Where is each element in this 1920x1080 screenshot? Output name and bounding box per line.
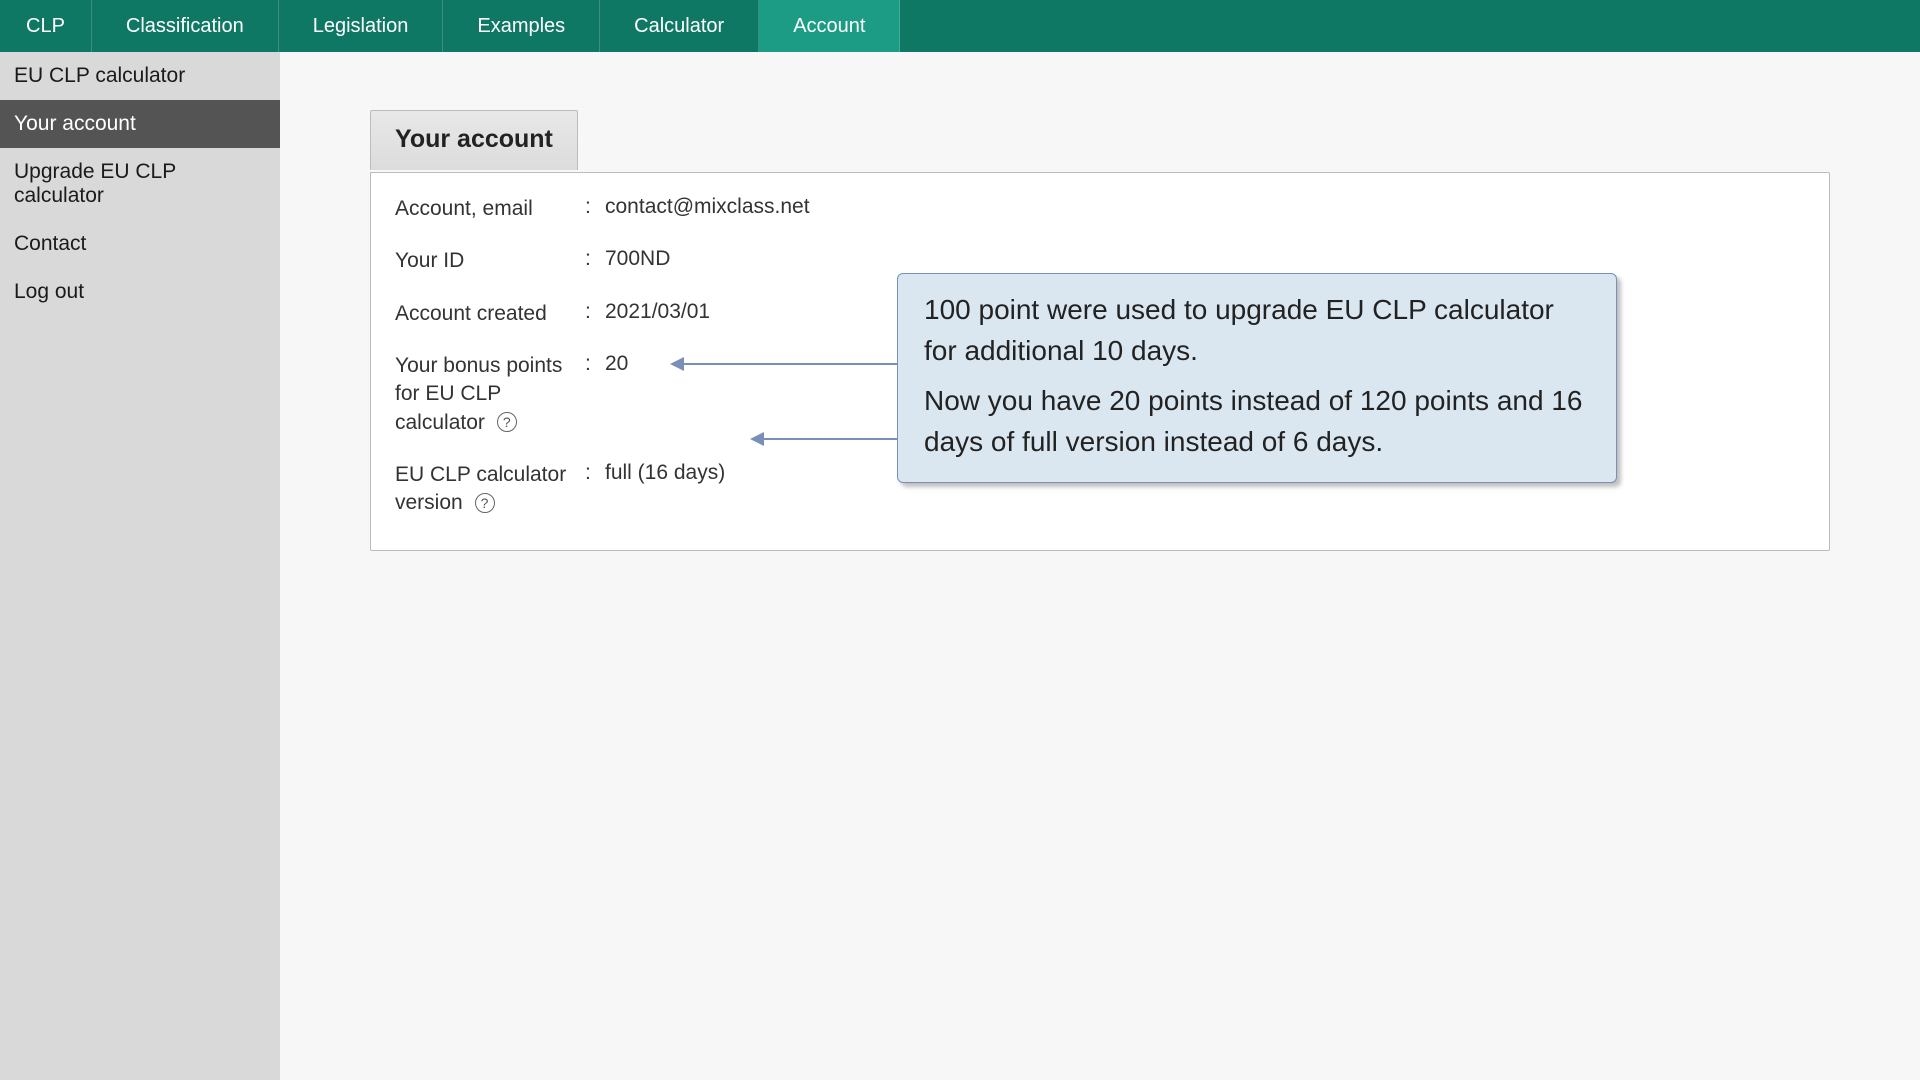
callout-paragraph-2: Now you have 20 points instead of 120 po… <box>924 381 1594 462</box>
value-account-email: contact@mixclass.net <box>605 195 810 219</box>
value-bonus-points: 20 <box>605 352 628 376</box>
help-icon[interactable]: ? <box>475 493 495 513</box>
arrow-to-bonus-points <box>672 363 898 365</box>
nav-tab-account[interactable]: Account <box>759 0 900 52</box>
panel-title: Your account <box>370 110 578 170</box>
row-account-email: Account, email : contact@mixclass.net <box>395 195 1805 223</box>
sidebar-item-contact[interactable]: Contact <box>0 220 280 268</box>
sidebar: EU CLP calculator Your account Upgrade E… <box>0 52 280 1080</box>
sidebar-item-your-account[interactable]: Your account <box>0 100 280 148</box>
nav-tab-legislation[interactable]: Legislation <box>279 0 444 52</box>
colon: : <box>585 352 605 376</box>
nav-tab-calculator[interactable]: Calculator <box>600 0 759 52</box>
row-your-id: Your ID : 700ND <box>395 247 1805 275</box>
arrow-to-version <box>752 438 898 440</box>
label-bonus-points-text: Your bonus points for EU CLP calculator <box>395 354 562 434</box>
colon: : <box>585 247 605 271</box>
help-icon[interactable]: ? <box>497 412 517 432</box>
nav-tab-examples[interactable]: Examples <box>443 0 600 52</box>
nav-tab-classification[interactable]: Classification <box>92 0 279 52</box>
nav-tab-clp[interactable]: CLP <box>0 0 92 52</box>
colon: : <box>585 300 605 324</box>
value-your-id: 700ND <box>605 247 670 271</box>
value-calculator-version: full (16 days) <box>605 461 725 485</box>
main-content: Your account Account, email : contact@mi… <box>280 52 1920 1080</box>
label-account-email: Account, email <box>395 195 585 223</box>
top-nav: CLP Classification Legislation Examples … <box>0 0 1920 52</box>
colon: : <box>585 461 605 485</box>
value-account-created: 2021/03/01 <box>605 300 710 324</box>
body-wrap: EU CLP calculator Your account Upgrade E… <box>0 52 1920 1080</box>
sidebar-item-logout[interactable]: Log out <box>0 268 280 316</box>
label-bonus-points: Your bonus points for EU CLP calculator … <box>395 352 585 437</box>
callout-paragraph-1: 100 point were used to upgrade EU CLP ca… <box>924 290 1594 371</box>
info-callout: 100 point were used to upgrade EU CLP ca… <box>897 273 1617 483</box>
colon: : <box>585 195 605 219</box>
sidebar-item-calculator[interactable]: EU CLP calculator <box>0 52 280 100</box>
label-calculator-version: EU CLP calculator version ? <box>395 461 585 518</box>
sidebar-item-upgrade[interactable]: Upgrade EU CLP calculator <box>0 148 280 220</box>
label-your-id: Your ID <box>395 247 585 275</box>
label-account-created: Account created <box>395 300 585 328</box>
